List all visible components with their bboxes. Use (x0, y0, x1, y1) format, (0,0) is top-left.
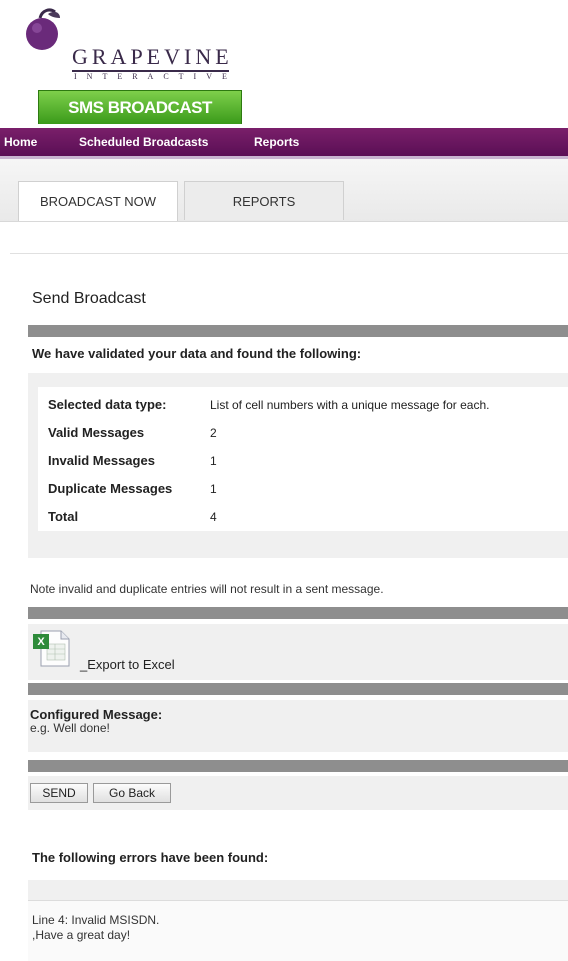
nav-home[interactable]: Home (4, 128, 37, 156)
logo-wordmark: GRAPEVINE (72, 44, 233, 72)
header: GRAPEVINE INTERACTIVE SMS BROADCAST (0, 0, 568, 128)
tab-reports[interactable]: REPORTS (184, 181, 344, 220)
grapevine-logo[interactable]: GRAPEVINE INTERACTIVE (20, 6, 250, 86)
row-value-duplicate: 1 (210, 482, 217, 496)
section-bar (28, 325, 568, 337)
note-text: Note invalid and duplicate entries will … (30, 582, 384, 596)
main-navbar: Home Scheduled Broadcasts Reports (0, 128, 568, 159)
row-value-total: 4 (210, 510, 217, 524)
row-label-invalid: Invalid Messages (48, 453, 155, 468)
logo-subtitle: INTERACTIVE (74, 72, 237, 81)
nav-reports[interactable]: Reports (254, 128, 299, 156)
row-label-valid: Valid Messages (48, 425, 145, 440)
configured-message-text: e.g. Well done! (30, 721, 110, 735)
row-label-data-type: Selected data type: (48, 397, 167, 412)
row-label-total: Total (48, 509, 79, 524)
row-value-data-type: List of cell numbers with a unique messa… (210, 398, 490, 412)
go-back-button[interactable]: Go Back (93, 783, 171, 803)
row-value-valid: 2 (210, 426, 217, 440)
excel-file-icon[interactable]: X (31, 628, 71, 668)
app-badge[interactable]: SMS BROADCAST (38, 90, 242, 124)
nav-scheduled-broadcasts[interactable]: Scheduled Broadcasts (79, 128, 208, 156)
export-to-excel-link[interactable]: _Export to Excel (80, 657, 175, 672)
section-bar (28, 607, 568, 619)
page-title: Send Broadcast (32, 290, 146, 307)
error-line-1: Line 4: Invalid MSISDN. (32, 913, 160, 927)
divider (10, 253, 568, 254)
row-value-invalid: 1 (210, 454, 217, 468)
grape-icon (26, 8, 60, 50)
validation-heading: We have validated your data and found th… (32, 346, 362, 361)
section-bar (28, 760, 568, 772)
send-button[interactable]: SEND (30, 783, 88, 803)
error-line-2: ,Have a great day! (32, 928, 131, 942)
tab-broadcast-now[interactable]: BROADCAST NOW (18, 181, 178, 221)
errors-heading: The following errors have been found: (32, 850, 269, 865)
svg-text:X: X (37, 636, 45, 648)
section-bar (28, 683, 568, 695)
row-label-duplicate: Duplicate Messages (48, 481, 173, 496)
tab-strip: BROADCAST NOW REPORTS (0, 159, 568, 222)
configured-message-label: Configured Message: (30, 707, 163, 722)
